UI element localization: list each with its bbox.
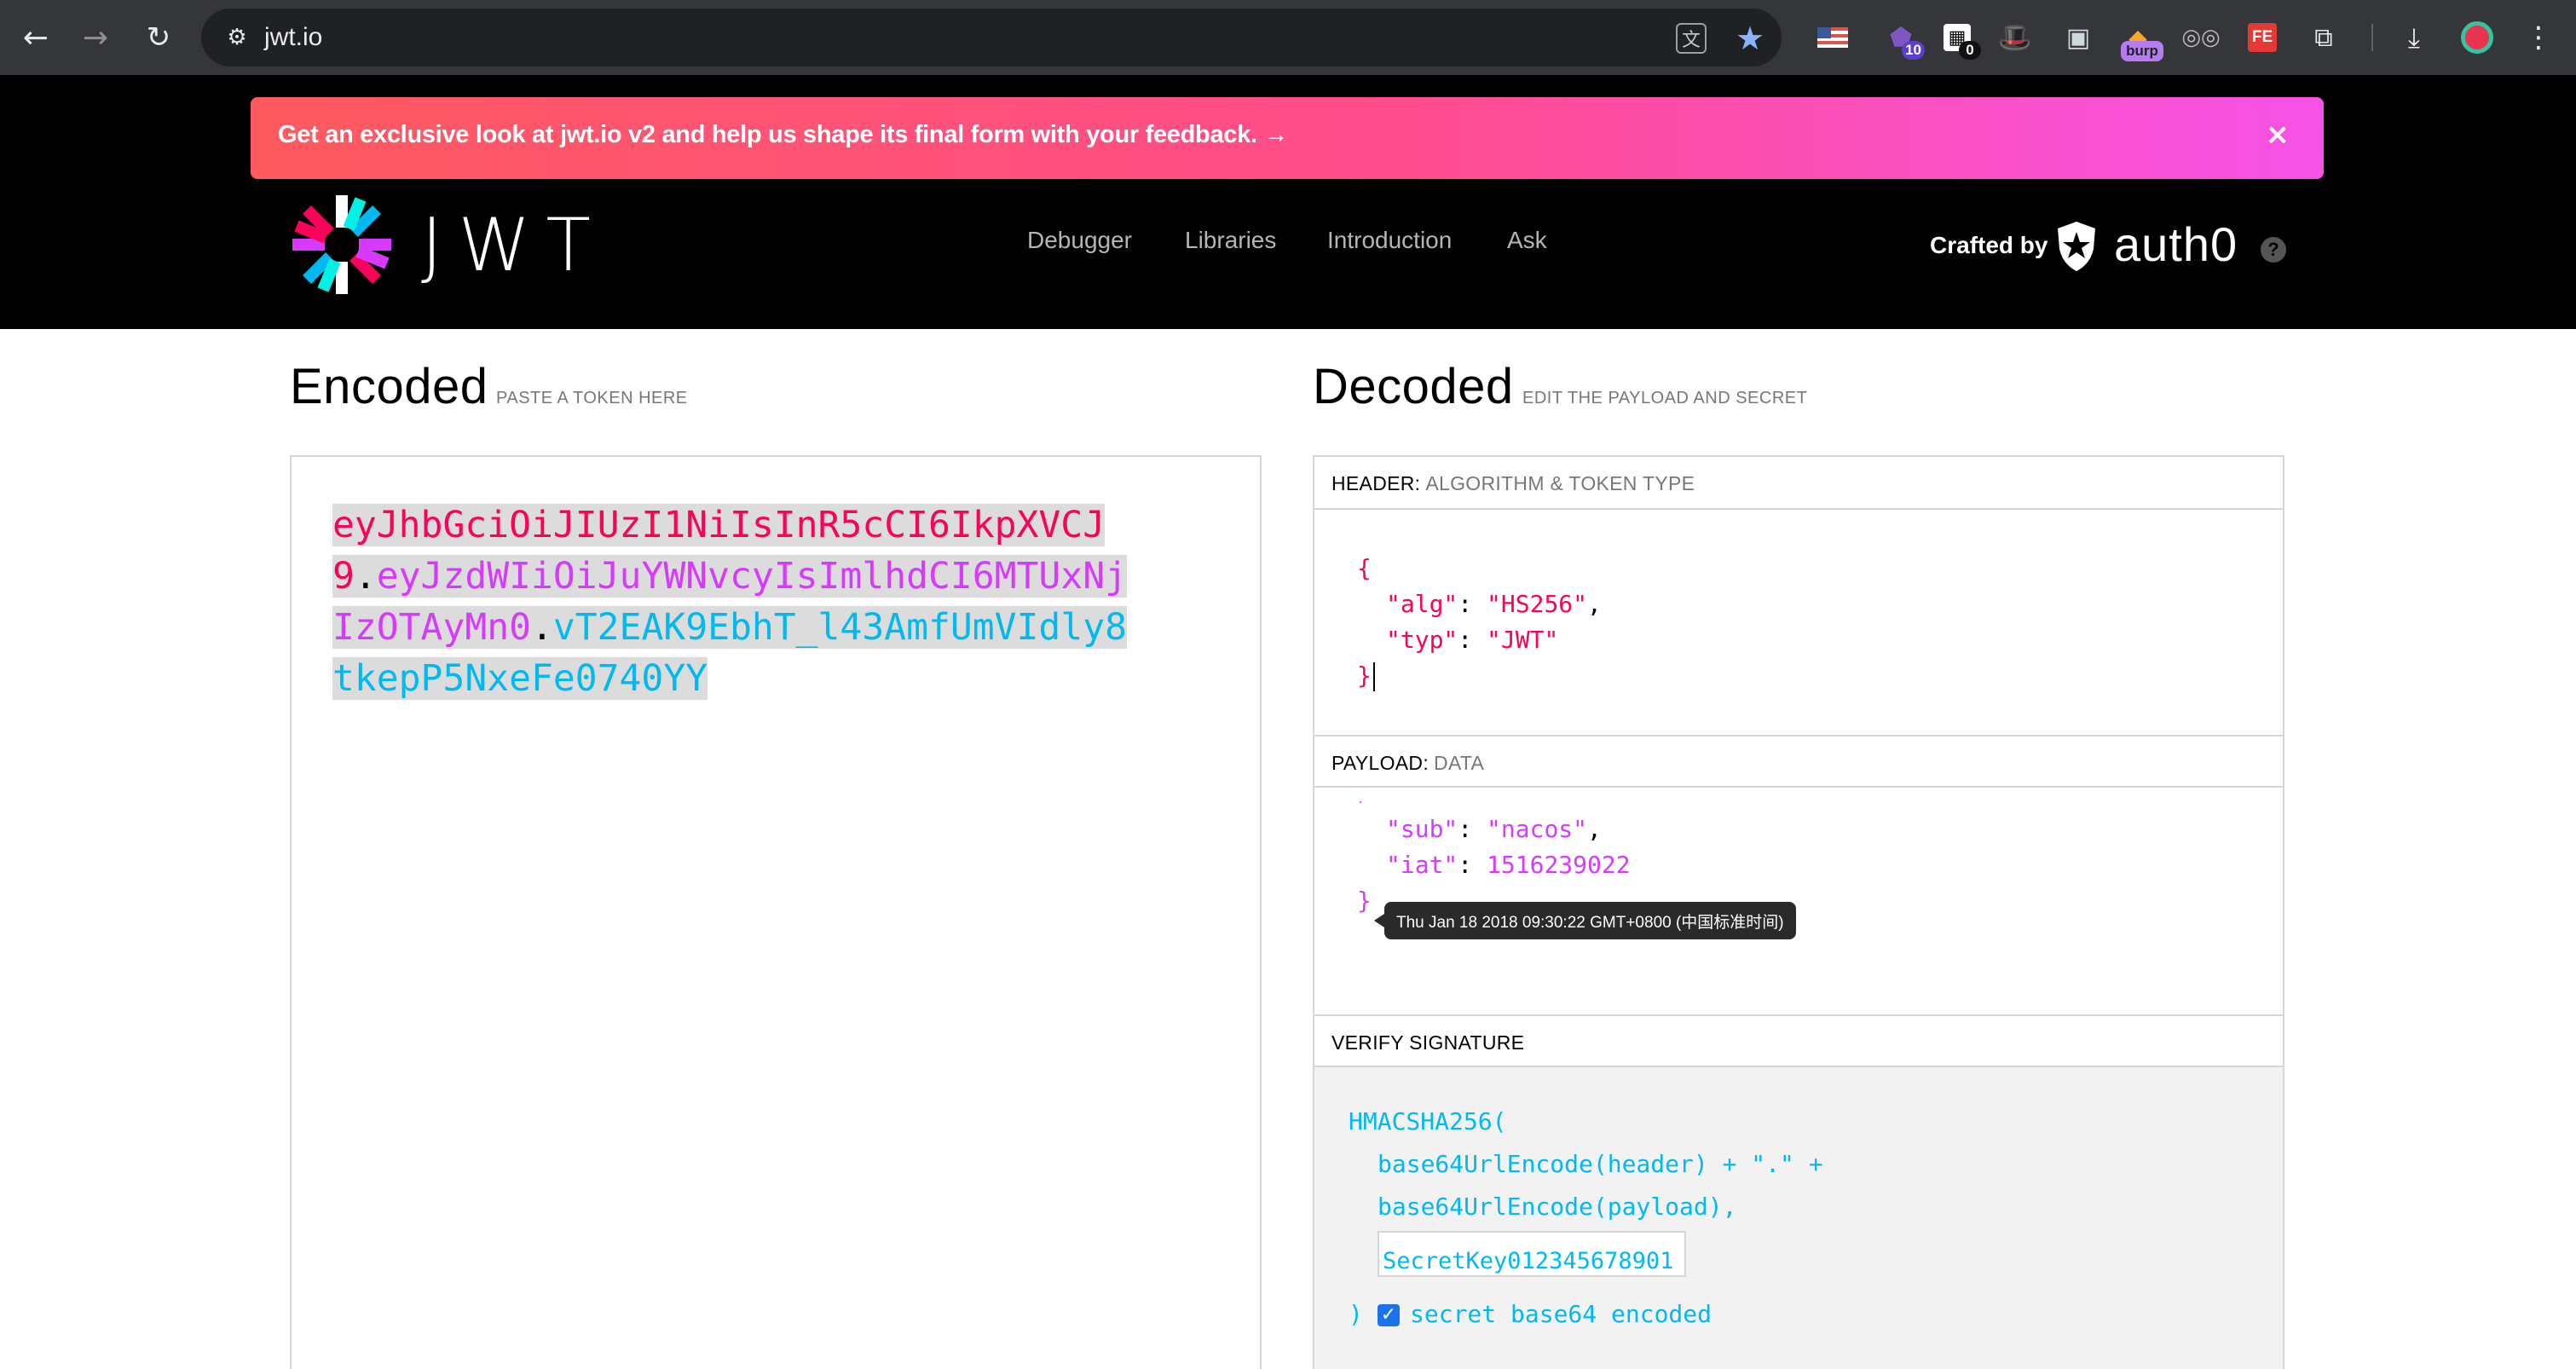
json-close-brace: }: [1357, 658, 2283, 694]
site-header: Get an exclusive look at jwt.io v2 and h…: [0, 75, 2576, 329]
extension-badge: 10: [1902, 41, 1925, 60]
payload-section-sublabel: DATA: [1434, 752, 1485, 774]
url-text[interactable]: jwt.io: [264, 23, 322, 52]
auth0-shield-icon[interactable]: [2054, 220, 2099, 273]
nav-ask[interactable]: Ask: [1507, 227, 1547, 254]
payload-section-title: PAYLOAD: DATA: [1314, 735, 2283, 788]
secret-base64-checkbox[interactable]: ✓: [1378, 1304, 1400, 1326]
json-line-sub: "sub": "nacos",: [1386, 815, 1602, 843]
reload-icon[interactable]: ↻: [135, 14, 182, 61]
extension-10-icon[interactable]: ⬟ 10: [1880, 17, 1925, 60]
forward-icon[interactable]: →: [72, 14, 119, 61]
json-line-alg: "alg": "HS256",: [1386, 590, 1602, 618]
hmac-close-paren: ): [1349, 1300, 1363, 1328]
encoded-title: Encoded: [290, 359, 488, 414]
encoded-token[interactable]: eyJhbGciOiJIUzI1NiIsInR5cCI6IkpXVCJ9.eyJ…: [332, 500, 1134, 704]
puzzle-icon[interactable]: ⧉: [2303, 17, 2344, 58]
json-line-typ: "typ": "JWT": [1386, 626, 1559, 654]
json-open-brace: ·: [1357, 796, 1365, 810]
auth0-brand[interactable]: auth0: [2114, 217, 2238, 272]
decoded-subtitle: EDIT THE PAYLOAD AND SECRET: [1522, 389, 1808, 407]
nav-libraries[interactable]: Libraries: [1185, 227, 1276, 254]
jwt-logo-icon[interactable]: [290, 193, 394, 297]
extension-0-icon[interactable]: ▦ 0: [1937, 17, 1981, 60]
iat-value[interactable]: 1516239022: [1487, 851, 1631, 879]
payload-json-editor[interactable]: · "sub": "nacos", "iat": 1516239022 }: [1314, 794, 2283, 919]
browser-toolbar: ← → ↻ ⚙ jwt.io 文 ★ ⬟ 10 ▦ 0 🎩 ▣ ◆ burp ◎…: [0, 0, 2576, 75]
help-icon[interactable]: ?: [2261, 237, 2286, 263]
banner-close-icon[interactable]: ×: [2266, 118, 2290, 152]
glasses-icon[interactable]: ◎◎: [2180, 17, 2221, 58]
token-dot: .: [354, 555, 377, 598]
address-bar[interactable]: ⚙ jwt.io 文 ★: [201, 9, 1782, 66]
json-line-iat: "iat": 1516239022: [1386, 851, 1631, 879]
iat-date-tooltip: Thu Jan 18 2018 09:30:22 GMT+0800 (中国标准时…: [1374, 902, 1796, 939]
decoded-title: Decoded: [1313, 359, 1514, 414]
translate-icon[interactable]: 文: [1676, 23, 1707, 54]
header-section-title: HEADER: ALGORITHM & TOKEN TYPE: [1314, 457, 2283, 510]
encoded-token-editor[interactable]: eyJhbGciOiJIUzI1NiIsInR5cCI6IkpXVCJ9.eyJ…: [290, 455, 1262, 1369]
burp-extension-icon[interactable]: ◆ burp: [2117, 17, 2163, 61]
bookmark-star-icon[interactable]: ★: [1732, 20, 1768, 57]
header-section-sublabel: ALGORITHM & TOKEN TYPE: [1425, 472, 1695, 494]
feedback-banner[interactable]: Get an exclusive look at jwt.io v2 and h…: [251, 97, 2324, 179]
crafted-by-label: Crafted by: [1930, 232, 2048, 258]
typ-value: JWT: [1500, 626, 1545, 654]
encoded-subtitle: PASTE A TOKEN HERE: [496, 389, 688, 407]
alg-value: HS256: [1500, 590, 1574, 618]
burp-badge: burp: [2121, 41, 2163, 61]
json-open-brace: {: [1357, 554, 1372, 582]
nav-introduction[interactable]: Introduction: [1327, 227, 1452, 254]
token-dot: .: [531, 606, 553, 649]
payload-section-label: PAYLOAD:: [1331, 752, 1430, 774]
extension-badge: 0: [1959, 41, 1981, 60]
site-info-icon[interactable]: ⚙: [220, 20, 254, 55]
profile-avatar-icon[interactable]: [2457, 17, 2498, 58]
header-section-label: HEADER:: [1331, 472, 1421, 494]
banner-text[interactable]: Get an exclusive look at jwt.io v2 and h…: [278, 121, 1288, 149]
flag-us-icon[interactable]: [1812, 17, 1853, 58]
back-icon[interactable]: ←: [12, 14, 60, 61]
secret-input[interactable]: SecretKey012345678901: [1378, 1231, 1686, 1277]
hat-icon[interactable]: 🎩: [1995, 17, 2036, 58]
menu-kebab-icon[interactable]: ⋮: [2518, 17, 2559, 58]
jwt-logo-text[interactable]: JWT: [421, 203, 606, 288]
toolbar-divider: [2371, 24, 2373, 51]
encode-header-line: base64UrlEncode(header) + "." +: [1378, 1150, 1823, 1178]
encode-payload-line: base64UrlEncode(payload),: [1378, 1193, 1737, 1221]
sub-value: nacos: [1500, 815, 1574, 843]
fe-extension-icon[interactable]: FE: [2242, 17, 2283, 58]
verify-section-label: VERIFY SIGNATURE: [1331, 1031, 1525, 1054]
verify-section-title: VERIFY SIGNATURE: [1314, 1014, 2283, 1067]
verify-signature-area: HMACSHA256( base64UrlEncode(header) + ".…: [1314, 1067, 2283, 1369]
header-json-editor[interactable]: { "alg": "HS256", "typ": "JWT" }: [1314, 551, 2283, 694]
download-icon[interactable]: ⤓: [2394, 17, 2434, 58]
extension-green-icon[interactable]: ▣: [2058, 17, 2099, 58]
nav-debugger[interactable]: Debugger: [1027, 227, 1132, 254]
hmac-line: HMACSHA256(: [1349, 1107, 1507, 1135]
secret-base64-label[interactable]: secret base64 encoded: [1410, 1292, 1712, 1337]
